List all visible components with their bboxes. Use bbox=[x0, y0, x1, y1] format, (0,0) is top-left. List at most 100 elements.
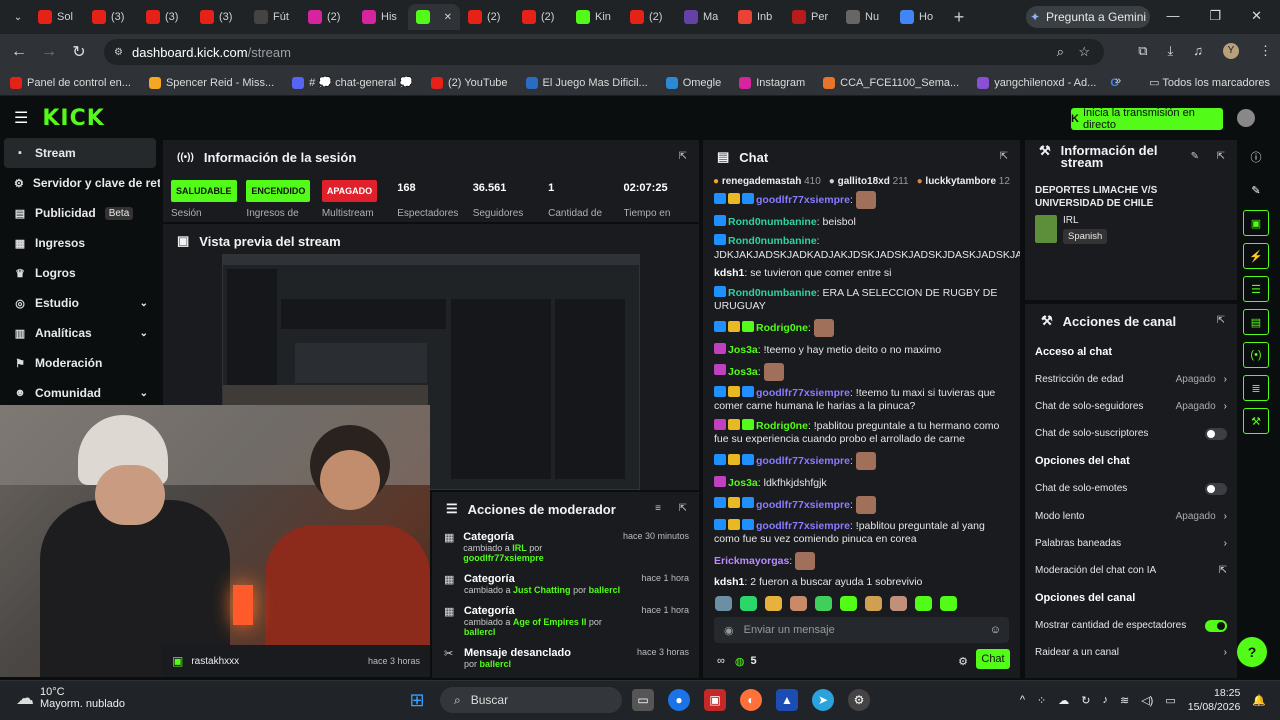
chevron-right-icon[interactable]: › bbox=[1224, 647, 1227, 658]
all-bookmarks[interactable]: ▭ Todos los marcadores bbox=[1149, 76, 1270, 89]
bookmark-item[interactable]: CCA_FCE1100_Sema... bbox=[823, 76, 959, 89]
popout-icon[interactable]: ⇱ bbox=[1217, 151, 1225, 162]
go-live-button[interactable]: K Inicia la transmisión en directo bbox=[1071, 107, 1223, 131]
chat-username[interactable]: goodlfr77xsiempre bbox=[756, 194, 850, 206]
close-tab-icon[interactable]: ✕ bbox=[444, 12, 452, 23]
emote-icon[interactable] bbox=[815, 595, 832, 611]
mod-action-user[interactable]: goodlfr77xsiempre bbox=[463, 553, 544, 563]
chat-input[interactable]: ◉ Enviar un mensaje ☺ bbox=[714, 617, 1009, 643]
minimize-icon[interactable]: — bbox=[1166, 8, 1179, 24]
browser-tab[interactable]: (3) bbox=[84, 4, 138, 30]
browser-tab[interactable]: (3) bbox=[138, 4, 192, 30]
browser-tab[interactable]: Nu bbox=[838, 4, 892, 30]
chat-username[interactable]: Rodrig0ne bbox=[756, 322, 808, 334]
list-icon[interactable]: ☰ bbox=[1243, 276, 1269, 302]
channel-setting-row[interactable]: Mostrar cantidad de espectadores bbox=[1025, 612, 1237, 639]
sidebar-item[interactable]: ▦ Ingresos bbox=[0, 228, 160, 258]
site-info-icon[interactable]: ⚙ bbox=[114, 47, 123, 58]
external-link-icon[interactable]: ⇱ bbox=[1219, 565, 1227, 576]
mod-action-user[interactable]: ballercl bbox=[464, 627, 496, 637]
emote-icon[interactable] bbox=[715, 595, 732, 611]
lightning-icon[interactable]: ⚡ bbox=[1243, 243, 1269, 269]
sidebar-item[interactable]: ⚙ Servidor y clave de retransmisión bbox=[0, 168, 160, 198]
bookmark-item[interactable]: # 💭 chat-general 💭 bbox=[292, 76, 413, 89]
toggle-switch[interactable] bbox=[1205, 619, 1227, 632]
extensions-icon[interactable]: ⧉ bbox=[1138, 43, 1147, 59]
edit-icon[interactable]: ✎ bbox=[1243, 177, 1269, 203]
chat-icon[interactable]: ▤ bbox=[1243, 309, 1269, 335]
bookmark-item[interactable]: yangchilenoxd - Ad... bbox=[977, 76, 1096, 89]
bookmark-item[interactable]: Spencer Reid - Miss... bbox=[148, 76, 274, 89]
chevron-right-icon[interactable]: › bbox=[1224, 374, 1227, 385]
channel-setting-row[interactable]: Chat de solo-seguidores Apagado › bbox=[1025, 393, 1237, 420]
more-bookmarks-icon[interactable]: » bbox=[1115, 75, 1121, 87]
channel-setting-row[interactable]: Moderación del chat con IA ⇱ bbox=[1025, 557, 1237, 584]
channel-setting-row[interactable]: Raidear a un canal › bbox=[1025, 639, 1237, 666]
sidebar-item[interactable]: ▤ Publicidad Beta bbox=[0, 198, 160, 228]
file-explorer-icon[interactable]: ▭ bbox=[632, 689, 654, 711]
chat-username[interactable]: kdsh1 bbox=[714, 267, 744, 279]
chevron-down-icon[interactable]: ⌄ bbox=[140, 328, 148, 339]
app-red-icon[interactable]: ▣ bbox=[704, 689, 726, 711]
weather-widget[interactable]: ☁ 10°C Mayorm. nublado bbox=[16, 686, 125, 710]
user-avatar[interactable] bbox=[1237, 109, 1255, 127]
browser-tab[interactable]: (3) bbox=[192, 4, 246, 30]
chevron-down-icon[interactable]: ⌄ bbox=[140, 298, 148, 309]
tray-apps-icon[interactable]: ⁘ bbox=[1037, 694, 1046, 707]
sidebar-item[interactable]: ♛ Logros bbox=[0, 258, 160, 288]
info-icon[interactable]: ⓘ bbox=[1243, 144, 1269, 170]
chat-username[interactable]: kdsh1 bbox=[714, 576, 744, 588]
windows-start-icon[interactable]: ⊞ bbox=[406, 689, 428, 711]
toggle-switch[interactable] bbox=[1205, 427, 1227, 440]
gifter[interactable]: ● renegademastah 410 bbox=[713, 176, 821, 187]
stack-icon[interactable]: ≣ bbox=[1243, 375, 1269, 401]
url-bar[interactable]: ⚙ dashboard.kick.com/stream ⌕ ☆ bbox=[104, 39, 1104, 65]
wrench-icon[interactable]: ⚒ bbox=[1243, 408, 1269, 434]
popout-icon[interactable]: ⇱ bbox=[1217, 315, 1225, 326]
chevron-right-icon[interactable]: › bbox=[1224, 511, 1227, 522]
emote-icon[interactable] bbox=[740, 595, 757, 611]
volume-icon[interactable]: ◁) bbox=[1141, 694, 1153, 707]
browser-tab[interactable]: (2) bbox=[514, 4, 568, 30]
browser-tab[interactable]: Ma bbox=[676, 4, 730, 30]
browser-tab[interactable]: Sol bbox=[30, 4, 84, 30]
stream-category[interactable]: IRL bbox=[1063, 215, 1107, 226]
browser-tab[interactable]: (2) bbox=[622, 4, 676, 30]
popout-icon[interactable]: ⇱ bbox=[679, 503, 687, 514]
chat-username[interactable]: goodlfr77xsiempre bbox=[756, 387, 850, 399]
telegram-icon[interactable]: ➤ bbox=[812, 689, 834, 711]
filter-icon[interactable]: ≡ bbox=[655, 503, 661, 514]
chat-username[interactable]: Rond0numbanine bbox=[728, 235, 817, 247]
chat-username[interactable]: Rodrig0ne bbox=[756, 420, 808, 432]
emote-icon[interactable] bbox=[790, 595, 807, 611]
sidebar-item[interactable]: ▪ Stream bbox=[4, 138, 156, 168]
back-icon[interactable]: ← bbox=[4, 43, 34, 61]
sidebar-item[interactable]: ⚑ Moderación bbox=[0, 348, 160, 378]
gifter[interactable]: ● luckkytambore 12 bbox=[917, 176, 1010, 187]
sidebar-item[interactable]: ☻ Comunidad ⌄ bbox=[0, 378, 160, 408]
edit-icon[interactable]: ✎ bbox=[1191, 151, 1199, 162]
emote-icon[interactable] bbox=[840, 595, 857, 611]
popout-icon[interactable]: ⇱ bbox=[679, 151, 687, 162]
emote-icon[interactable] bbox=[940, 595, 957, 611]
chat-username[interactable]: Rond0numbanine bbox=[728, 287, 817, 299]
tab-search-icon[interactable]: ⌄ bbox=[6, 12, 30, 23]
emote-icon[interactable] bbox=[890, 595, 907, 611]
clock[interactable]: 18:25 15/08/2026 bbox=[1188, 686, 1241, 714]
zoom-icon[interactable]: ⌕ bbox=[1057, 44, 1064, 60]
battery-icon[interactable]: ▭ bbox=[1165, 694, 1175, 707]
chevron-right-icon[interactable]: › bbox=[1224, 401, 1227, 412]
taskbar-search[interactable]: ⌕ Buscar bbox=[440, 687, 622, 713]
reload-icon[interactable]: ↻ bbox=[64, 42, 94, 62]
browser-tab[interactable]: Fút bbox=[246, 4, 300, 30]
chevron-right-icon[interactable]: › bbox=[1224, 538, 1227, 549]
ask-gemini-button[interactable]: ✦ Pregunta a Gemini bbox=[1026, 6, 1150, 28]
bookmark-item[interactable]: El Juego Mas Dificil... bbox=[525, 76, 648, 89]
bookmark-item[interactable]: Instagram bbox=[739, 76, 805, 89]
settings-icon[interactable]: ⚙ bbox=[958, 655, 968, 668]
chat-username[interactable]: Erickmayorgas bbox=[714, 555, 789, 567]
chat-username[interactable]: goodlfr77xsiempre bbox=[756, 498, 850, 510]
quick-emotes-icon[interactable]: ∞ bbox=[717, 655, 725, 667]
browser-tab[interactable]: Kin bbox=[568, 4, 622, 30]
toggle-switch[interactable] bbox=[1205, 482, 1227, 495]
